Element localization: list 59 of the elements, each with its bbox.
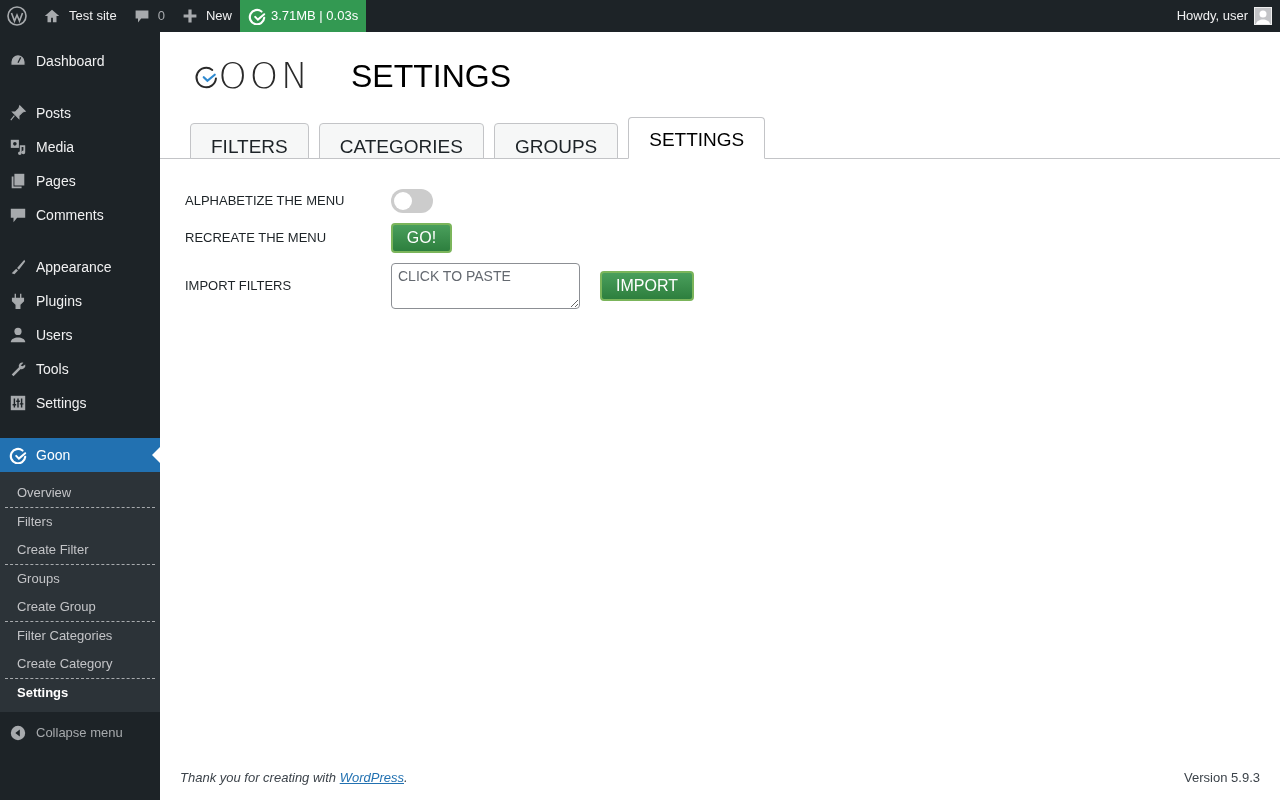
tab[interactable]: SETTINGS [628,117,766,159]
plus-icon [181,8,198,24]
tab[interactable]: CATEGORIES [318,123,484,159]
comment-bubble-icon [9,206,27,224]
submenu-item[interactable]: Settings [0,679,160,707]
menu-pointer-icon [152,447,160,463]
submenu-item[interactable]: Filters [0,508,160,536]
wordpress-link[interactable]: WordPress [339,769,404,785]
submenu-item[interactable]: Create Category [0,650,160,678]
sidebar-item[interactable]: Comments [0,198,160,232]
import-textarea[interactable]: CLICK TO PASTE [391,263,580,309]
sidebar-item[interactable]: Pages [0,164,160,198]
media-icon [9,138,27,156]
submenu-item[interactable]: Groups [0,565,160,593]
submenu-item[interactable]: Create Filter [0,536,160,564]
sidebar-item[interactable]: Users [0,318,160,352]
sidebar-item[interactable]: Settings [0,386,160,420]
check-circle-icon [9,446,27,464]
tab[interactable]: FILTERS [190,123,309,159]
setting-label: RECREATE THE MENU [185,229,328,248]
sidebar-item[interactable]: Tools [0,352,160,386]
submenu-item[interactable]: Create Group [0,593,160,621]
page-title: SETTINGS [351,57,511,96]
submenu-item[interactable]: Filter Categories [0,622,160,650]
left-arrow-circle-icon [9,724,27,742]
pushpin-icon [9,104,27,122]
setting-label: ALPHABETIZE THE MENU [185,192,346,211]
comment-bubble-icon [133,8,150,24]
submenu-item[interactable]: Overview [0,479,160,507]
paintbrush-icon [9,258,27,276]
new-content-link[interactable]: New [181,0,232,32]
site-name-link[interactable]: Test site [43,0,117,32]
avatar-icon [1254,7,1272,25]
account-menu[interactable]: Howdy, user [1176,6,1272,26]
tab[interactable]: GROUPS [493,123,619,159]
check-circle-icon [247,7,266,25]
setting-label: IMPORT FILTERS [185,277,293,296]
go-button[interactable]: GO! [391,223,452,253]
comments-link[interactable]: 0 [133,0,165,32]
import-button[interactable]: IMPORT [600,271,694,301]
user-icon [9,326,27,344]
home-icon [43,7,61,25]
sliders-icon [9,394,27,412]
wordpress-logo-icon [7,6,27,26]
sidebar-item[interactable]: Posts [0,96,160,130]
stats-indicator[interactable]: 3.71MB | 0.03s [239,0,367,32]
sidebar-item[interactable]: Goon [0,438,160,472]
sidebar-item[interactable]: Plugins [0,284,160,318]
footer-credit: Thank you for creating with WordPress. [180,768,408,787]
pages-icon [9,172,27,190]
plug-icon [9,292,27,310]
toggle-switch[interactable] [391,189,433,213]
wrench-icon [9,360,27,378]
sidebar-item[interactable]: Appearance [0,250,160,284]
version-text: Version 5.9.3 [1184,768,1260,787]
collapse-menu-button[interactable]: Collapse menu [0,717,160,749]
sidebar-item[interactable]: Dashboard [0,44,160,78]
sidebar-item[interactable]: Media [0,130,160,164]
logo-text: OON [218,58,311,94]
